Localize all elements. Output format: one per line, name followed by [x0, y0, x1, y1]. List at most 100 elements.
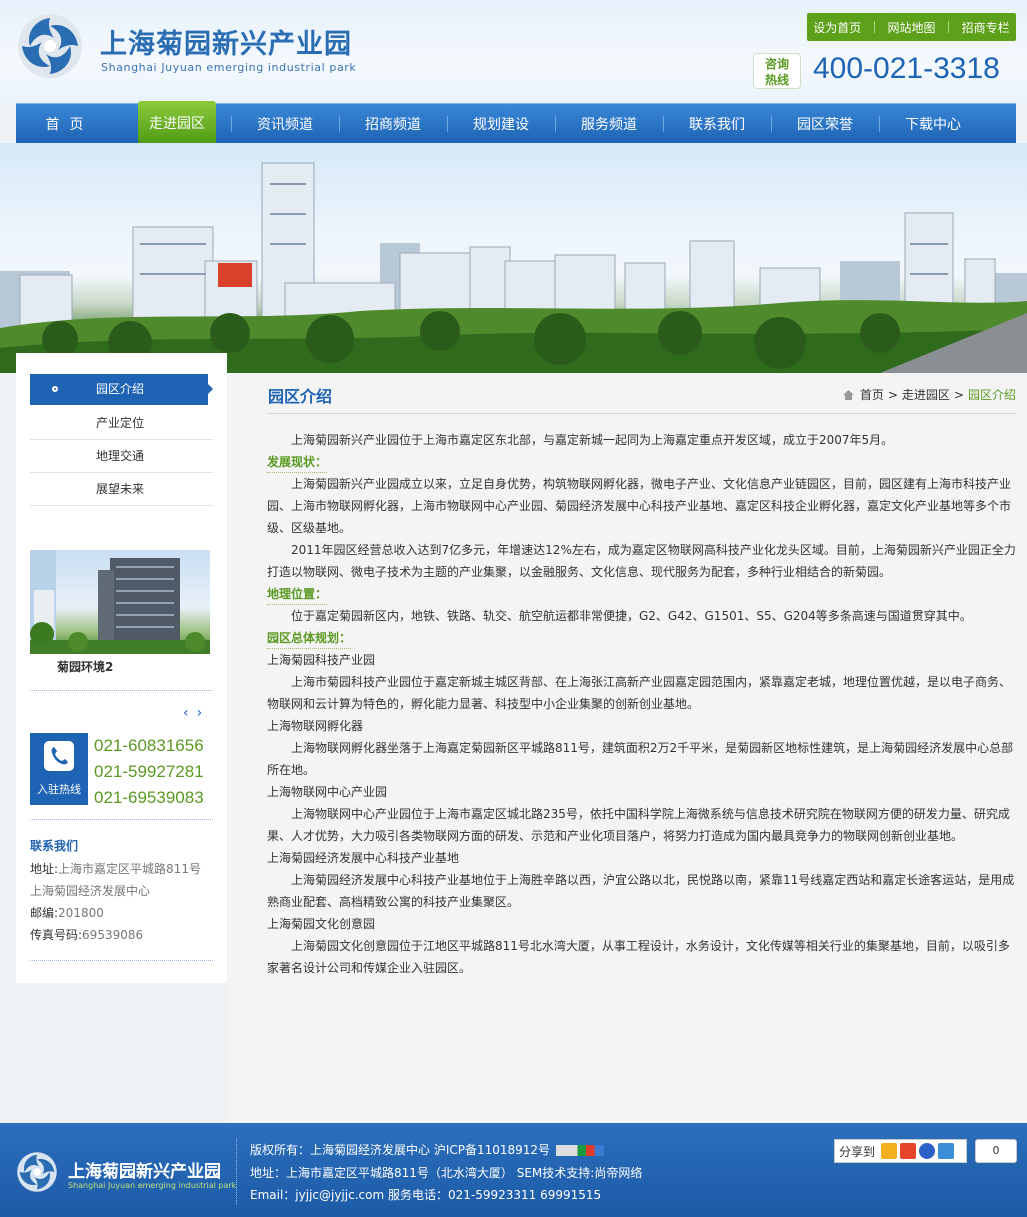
share-label: 分享到	[839, 1144, 876, 1159]
breadcrumb-separator: >	[887, 387, 898, 402]
nav-item-news[interactable]: 资讯频道	[231, 104, 339, 144]
sidebar-item-transport[interactable]: 地理交通	[30, 440, 213, 473]
skyline-illustration	[0, 162, 1027, 373]
park-logo-icon	[17, 1152, 57, 1192]
share-weibo-icon[interactable]	[900, 1143, 917, 1159]
building-photo-illustration	[30, 550, 210, 654]
article-paragraph: 上海菊园新兴产业园成立以来，立足自身优势，构筑物联网孵化器，微电子产业、文化信息…	[267, 477, 1012, 535]
share-qzone-icon[interactable]	[881, 1143, 898, 1159]
sidebar-divider	[30, 819, 213, 820]
chevron-right-icon[interactable]: ›	[197, 705, 211, 721]
section-heading-plan: 园区总体规划：	[267, 628, 352, 649]
section-heading-location: 地理位置：	[267, 584, 328, 605]
phone-icon	[44, 741, 74, 771]
fax-row: 传真号码:69539086	[30, 924, 201, 946]
footer-email-phone: Email：jyjjc@jyjjc.com 服务电话：021-59923311 …	[250, 1188, 602, 1202]
hotline-box: 入驻热线	[30, 733, 88, 805]
sidebar-item-park-intro[interactable]: 园区介绍	[30, 374, 213, 405]
phone-number: 021-60831656	[94, 736, 204, 755]
footer-logo-title: 上海菊园新兴产业园	[68, 1162, 221, 1182]
set-homepage-link[interactable]: 设为首页	[813, 19, 861, 36]
fax-value: 69539086	[82, 928, 144, 942]
phone-list: 021-60831656 021-59927281 021-69539083	[94, 733, 204, 811]
breadcrumb: 首页 > 走进园区 > 园区介绍	[842, 386, 1016, 403]
breadcrumb-home[interactable]: 首页	[860, 386, 884, 403]
site-header: 上海菊园新兴产业园 Shanghai Juyuan emerging indus…	[0, 0, 1027, 104]
zip-value: 201800	[58, 906, 104, 920]
article-body: 上海菊园新兴产业园位于上海市嘉定区东北部，与嘉定新城一起同为上海嘉定重点开发区域…	[267, 429, 1016, 979]
address-row: 地址:上海市嘉定区平城路811号	[30, 858, 201, 880]
phone-number: 021-59927281	[94, 762, 204, 781]
sidebar: 园区介绍 产业定位 地理交通 展望未来 菊园环境2 ‹› 入驻热线 021-60…	[16, 353, 227, 983]
nav-item-investment[interactable]: 招商频道	[339, 104, 447, 144]
nav-item-about-park[interactable]: 走进园区	[138, 101, 216, 145]
subsection-title: 上海菊园科技产业园	[267, 653, 376, 667]
address-line2: 上海菊园经济发展中心	[30, 884, 151, 898]
nav-item-contact[interactable]: 联系我们	[663, 104, 771, 144]
article-paragraph: 2011年园区经营总收入达到7亿多元，年增速达12%左右，成为嘉定区物联网高科技…	[267, 543, 1016, 579]
article-paragraph: 上海市菊园科技产业园位于嘉定新城主城区背部、在上海张江高新产业园嘉定园范围内，紧…	[267, 675, 1012, 711]
breadcrumb-about-park[interactable]: 走进园区	[902, 386, 950, 403]
footer-logo-subtitle: Shanghai Juyuan emerging industrial park	[68, 1181, 237, 1190]
breadcrumb-current: 园区介绍	[967, 388, 1016, 402]
article-paragraph: 上海菊园文化创意园位于江地区平城路811号北水湾大厦，从事工程设计，水务设计，文…	[267, 939, 1010, 975]
site-logo-subtitle: Shanghai Juyuan emerging industrial park	[101, 61, 357, 74]
title-divider	[267, 413, 1016, 414]
section-heading-status: 发展现状：	[267, 452, 328, 473]
hotline-badge-line1: 咨询	[764, 57, 789, 71]
photo-pager: ‹›	[183, 705, 210, 721]
main-nav: 首页 走进园区 资讯频道 招商频道 规划建设 服务频道 联系我们 园区荣誉 下载…	[16, 101, 1016, 145]
article-paragraph: 上海菊园经济发展中心科技产业基地位于上海胜辛路以西，沪宜公路以北，民悦路以南，紧…	[267, 873, 1015, 909]
sidebar-divider	[30, 690, 213, 691]
footer-info: 版权所有：上海菊园经济发展中心 沪ICP备11018912号 地址：上海市嘉定区…	[250, 1139, 642, 1207]
site-logo-title[interactable]: 上海菊园新兴产业园	[100, 22, 352, 61]
nav-item-downloads[interactable]: 下载中心	[879, 104, 987, 144]
article-paragraph: 位于嘉定菊园新区内，地铁、铁路、轨交、航空航运都非常便捷，G2、G42、G150…	[291, 609, 972, 623]
bullet-icon	[52, 386, 58, 392]
nav-item-services[interactable]: 服务频道	[555, 104, 663, 144]
address-label: 地址:	[30, 862, 59, 876]
contact-info: 地址:上海市嘉定区平城路811号 上海菊园经济发展中心 邮编:201800 传真…	[30, 858, 201, 946]
nav-item-honors[interactable]: 园区荣誉	[771, 104, 879, 144]
footer-address: 地址：上海市嘉定区平城路811号（北水湾大厦） SEM技术支持:尚帝网络	[250, 1165, 643, 1180]
address-value: 上海市嘉定区平城路811号	[58, 862, 201, 876]
sitemap-link[interactable]: 网站地图	[887, 19, 935, 36]
share-baidu-icon[interactable]	[919, 1143, 936, 1159]
zip-label: 邮编:	[30, 906, 59, 920]
nav-item-home[interactable]: 首页	[16, 104, 123, 144]
subsection-title: 上海物联网中心产业园	[267, 785, 388, 799]
hotline-badge-line2: 热线	[764, 73, 789, 87]
article-paragraph: 上海物联网中心产业园位于上海市嘉定区城北路235号，依托中国科学院上海微系统与信…	[267, 807, 1010, 843]
photo-caption[interactable]: 菊园环境2	[57, 658, 113, 675]
chevron-left-icon[interactable]: ‹	[183, 705, 197, 721]
contact-title: 联系我们	[30, 839, 79, 853]
cnzz-stats-icon[interactable]	[556, 1145, 605, 1156]
investment-column-link[interactable]: 招商专栏	[962, 19, 1010, 36]
sidebar-divider	[30, 960, 213, 961]
nav-item-planning[interactable]: 规划建设	[447, 104, 555, 144]
sidebar-item-industry-positioning[interactable]: 产业定位	[30, 407, 213, 440]
breadcrumb-separator: >	[953, 387, 964, 402]
phone-number: 021-69539083	[94, 788, 204, 807]
zip-row: 邮编:201800	[30, 902, 201, 924]
share-count: 0	[975, 1139, 1017, 1163]
copyright-row: 版权所有：上海菊园经济发展中心 沪ICP备11018912号	[250, 1139, 642, 1162]
footer-divider	[236, 1139, 237, 1205]
page-title: 园区介绍	[268, 387, 333, 406]
sidebar-item-outlook[interactable]: 展望未来	[30, 473, 213, 506]
hotline-number: 400-021-3318	[813, 52, 1000, 85]
park-environment-photo[interactable]	[30, 550, 210, 654]
sidebar-item-label: 园区介绍	[96, 382, 145, 396]
article-paragraph: 上海菊园新兴产业园位于上海市嘉定区东北部，与嘉定新城一起同为上海嘉定重点开发区域…	[291, 433, 894, 447]
site-footer: 上海菊园新兴产业园 Shanghai Juyuan emerging indus…	[0, 1123, 1027, 1217]
copyright-text: 版权所有：上海菊园经济发展中心 沪ICP备11018912号	[250, 1143, 551, 1157]
share-more-icon[interactable]	[938, 1143, 955, 1159]
city-skyline-banner	[0, 143, 1027, 373]
park-logo-icon[interactable]	[16, 12, 84, 80]
hotline-badge: 咨询 热线	[753, 53, 801, 89]
home-icon	[842, 389, 854, 400]
hotline-label: 入驻热线	[37, 783, 81, 796]
top-links: 设为首页 网站地图 招商专栏	[807, 13, 1016, 41]
subsection-title: 上海物联网孵化器	[267, 719, 364, 733]
fax-label: 传真号码:	[30, 928, 83, 942]
